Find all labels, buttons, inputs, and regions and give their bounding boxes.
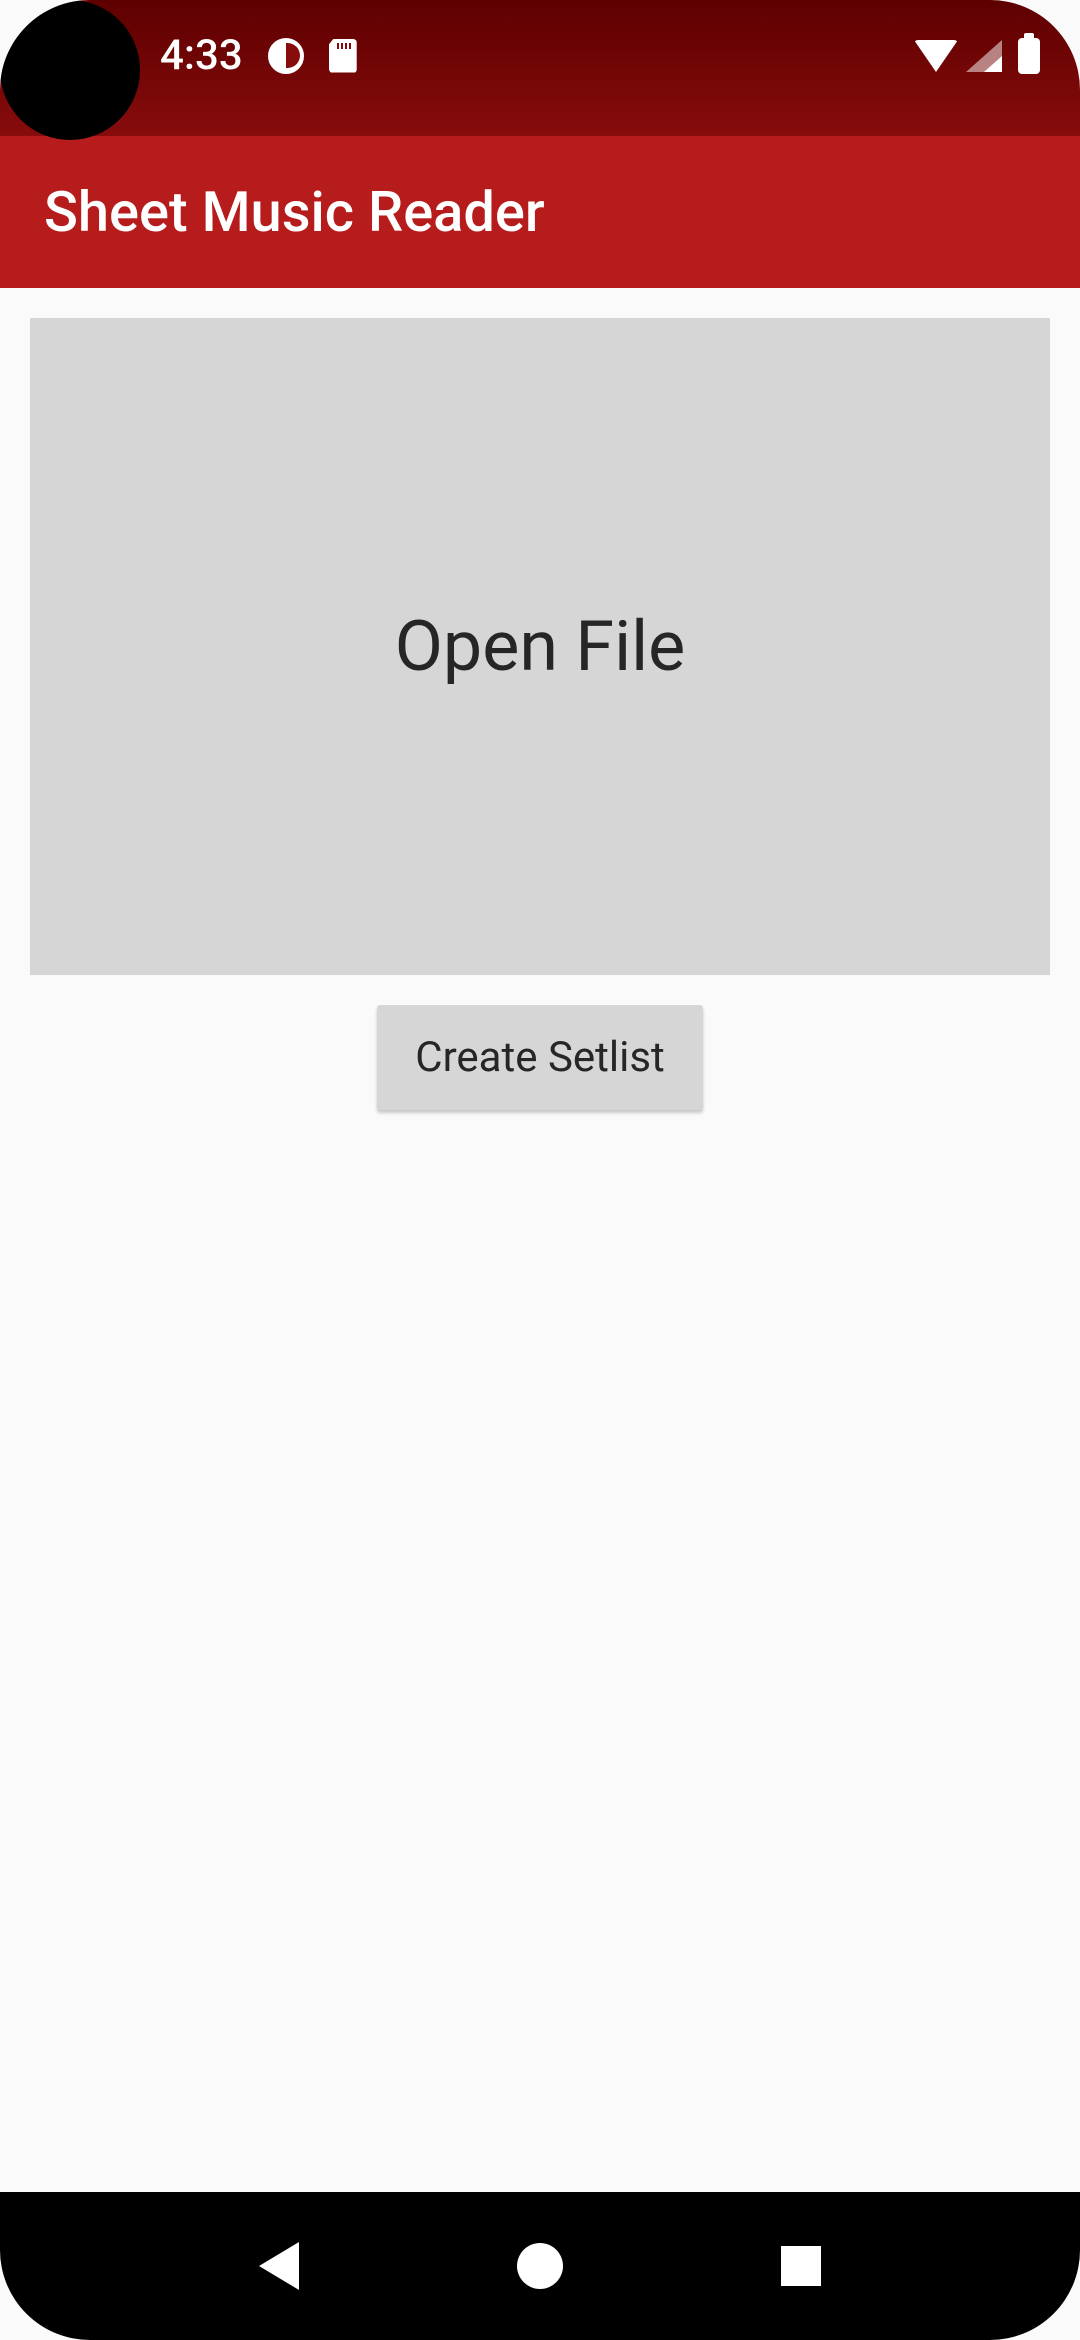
recent-apps-button-icon[interactable] xyxy=(781,2246,821,2286)
home-button-icon[interactable] xyxy=(517,2243,563,2289)
status-bar: 4:33 xyxy=(0,0,1080,136)
battery-icon xyxy=(1018,38,1040,74)
open-file-label: Open File xyxy=(395,606,685,688)
app-title: Sheet Music Reader xyxy=(44,179,545,245)
app-bar: Sheet Music Reader xyxy=(0,136,1080,288)
cellular-signal-icon xyxy=(966,40,1002,72)
create-setlist-label: Create Setlist xyxy=(415,1033,665,1082)
navigation-bar xyxy=(0,2192,1080,2340)
open-file-button[interactable]: Open File xyxy=(30,318,1050,975)
create-setlist-button[interactable]: Create Setlist xyxy=(377,1005,703,1110)
wifi-icon xyxy=(914,40,958,72)
status-time: 4:33 xyxy=(160,31,243,80)
camera-cutout xyxy=(0,0,140,140)
content-area: Open File Create Setlist xyxy=(0,288,1080,1140)
back-button-icon[interactable] xyxy=(259,2242,299,2290)
sd-card-icon xyxy=(329,39,357,73)
data-saver-icon xyxy=(268,38,304,74)
